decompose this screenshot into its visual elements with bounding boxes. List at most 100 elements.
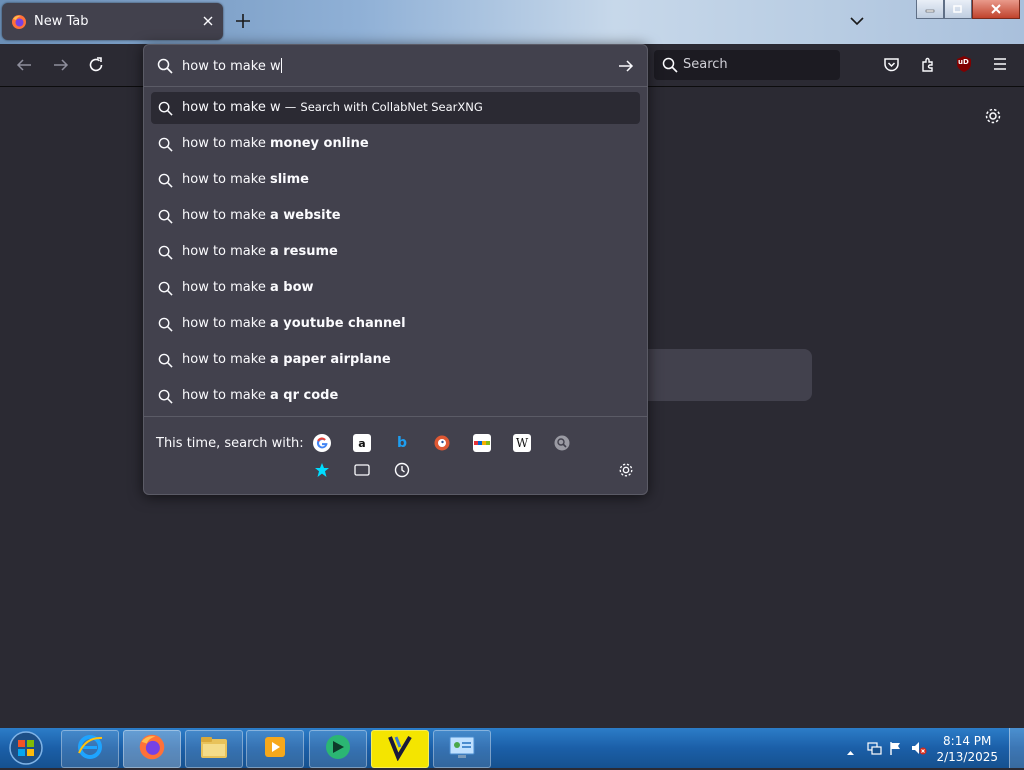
firefox-icon	[138, 733, 166, 765]
restore-button[interactable]	[944, 0, 972, 19]
taskbar: 8:14 PM 2/13/2025	[0, 728, 1024, 768]
search-icon	[662, 57, 678, 77]
suggestion-item[interactable]: how to make a bow	[151, 272, 640, 304]
searxng-engine-icon[interactable]	[553, 434, 571, 452]
search-icon	[158, 389, 173, 408]
suggestion-text: how to make	[182, 388, 270, 403]
search-icon	[158, 137, 173, 156]
text-caret	[280, 58, 282, 73]
close-window-button[interactable]	[972, 0, 1020, 19]
taskbar-video-editor[interactable]	[371, 730, 429, 768]
suggestion-text: how to make	[182, 352, 270, 367]
ublock-origin-icon[interactable]: uD	[955, 55, 973, 77]
volume-muted-icon[interactable]	[910, 740, 928, 760]
search-icon	[158, 173, 173, 192]
suggestion-completion: a bow	[269, 280, 314, 295]
tabs-icon[interactable]	[353, 461, 371, 479]
ublock-badge: uD	[958, 58, 969, 66]
suggestion-text: how to make	[182, 208, 270, 223]
start-button-windows-orb-icon[interactable]	[6, 730, 46, 766]
suggestion-item[interactable]: how to make money online	[151, 128, 640, 160]
tab-title: New Tab	[34, 14, 89, 29]
suggestion-item[interactable]: how to make a website	[151, 200, 640, 232]
suggestion-text: how to make	[182, 280, 270, 295]
duckduckgo-engine-icon[interactable]	[433, 434, 451, 452]
show-desktop-button[interactable]	[1009, 728, 1024, 768]
suggestion-text: how to make	[182, 316, 270, 331]
suggestion-item[interactable]: how to make a paper airplane	[151, 344, 640, 376]
bing-engine-icon[interactable]: b	[393, 434, 411, 452]
minimize-button[interactable]	[916, 0, 944, 19]
suggestion-completion: a paper airplane	[269, 352, 391, 367]
divider	[144, 416, 647, 417]
video-editor-icon	[386, 733, 414, 765]
search-icon	[158, 353, 173, 372]
bookmarks-star-icon[interactable]	[313, 461, 331, 479]
new-tab-settings-gear-icon[interactable]	[984, 107, 1002, 129]
suggestion-text: how to make	[182, 136, 270, 151]
new-tab-plus-icon[interactable]	[233, 11, 253, 35]
internet-explorer-icon	[76, 733, 104, 765]
search-icon	[158, 317, 173, 336]
list-all-tabs-chevron-icon[interactable]	[848, 12, 866, 34]
new-tab-search-box[interactable]	[646, 349, 812, 401]
taskbar-control-panel[interactable]	[433, 730, 491, 768]
action-center-flag-icon[interactable]	[888, 740, 904, 760]
close-tab-icon[interactable]	[201, 13, 215, 32]
media-player-icon	[262, 734, 288, 764]
taskbar-file-explorer[interactable]	[185, 730, 243, 768]
one-off-search-label: This time, search with:	[156, 436, 304, 451]
search-bar[interactable]: Search	[654, 50, 840, 80]
tab-strip: New Tab	[0, 0, 1024, 44]
amazon-engine-icon[interactable]: a	[353, 434, 371, 452]
urlbar-dropdown: how to make w how to make w — Search wit…	[143, 44, 648, 495]
suggestion-completion: money online	[269, 136, 369, 151]
suggestion-text: how to make w	[182, 100, 281, 115]
network-icon[interactable]	[866, 740, 882, 760]
suggestion-separator: —	[284, 100, 297, 114]
history-clock-icon[interactable]	[393, 461, 411, 479]
taskbar-firefox[interactable]	[123, 730, 181, 768]
suggestion-completion: a resume	[269, 244, 338, 259]
url-input[interactable]: how to make w	[144, 45, 647, 87]
pocket-icon[interactable]	[883, 56, 900, 77]
reload-icon[interactable]	[87, 56, 105, 78]
taskbar-green-app[interactable]	[309, 730, 367, 768]
system-tray: 8:14 PM 2/13/2025	[834, 728, 1024, 768]
search-bar-placeholder: Search	[683, 57, 728, 72]
go-arrow-icon[interactable]	[617, 57, 635, 79]
url-input-value: how to make w	[182, 59, 281, 74]
back-arrow-icon[interactable]	[15, 56, 33, 78]
taskbar-internet-explorer[interactable]	[61, 730, 119, 768]
clock-time: 8:14 PM	[943, 734, 992, 748]
hamburger-menu-icon[interactable]	[992, 56, 1008, 76]
search-icon	[158, 209, 173, 228]
suggestion-action: Search with CollabNet SearXNG	[300, 100, 483, 114]
suggestion-item[interactable]: how to make a youtube channel	[151, 308, 640, 340]
folder-icon	[199, 734, 229, 764]
search-icon	[157, 58, 173, 78]
suggestion-completion: slime	[269, 172, 309, 187]
google-engine-icon[interactable]	[313, 434, 331, 452]
green-app-icon	[324, 733, 352, 765]
search-settings-gear-icon[interactable]	[617, 461, 635, 479]
wikipedia-engine-icon[interactable]: W	[513, 434, 531, 452]
suggestion-text: how to make	[182, 172, 270, 187]
suggestion-item[interactable]: how to make a qr code	[151, 380, 640, 412]
search-icon	[158, 101, 173, 120]
suggestion-completion: a website	[269, 208, 341, 223]
ebay-engine-icon[interactable]	[473, 434, 491, 452]
suggestion-completion: a youtube channel	[269, 316, 406, 331]
suggestion-item[interactable]: how to make slime	[151, 164, 640, 196]
tab-new-tab[interactable]: New Tab	[2, 3, 223, 40]
forward-arrow-icon[interactable]	[52, 56, 70, 78]
system-clock[interactable]: 8:14 PM 2/13/2025	[936, 733, 998, 765]
extensions-puzzle-icon[interactable]	[920, 56, 937, 77]
show-hidden-icons-arrow-icon[interactable]	[846, 742, 855, 761]
taskbar-media-player[interactable]	[246, 730, 304, 768]
suggestion-item[interactable]: how to make w — Search with CollabNet Se…	[151, 92, 640, 124]
window-controls	[916, 0, 1020, 19]
search-icon	[158, 245, 173, 264]
suggestion-item[interactable]: how to make a resume	[151, 236, 640, 268]
suggestion-text: how to make	[182, 244, 270, 259]
